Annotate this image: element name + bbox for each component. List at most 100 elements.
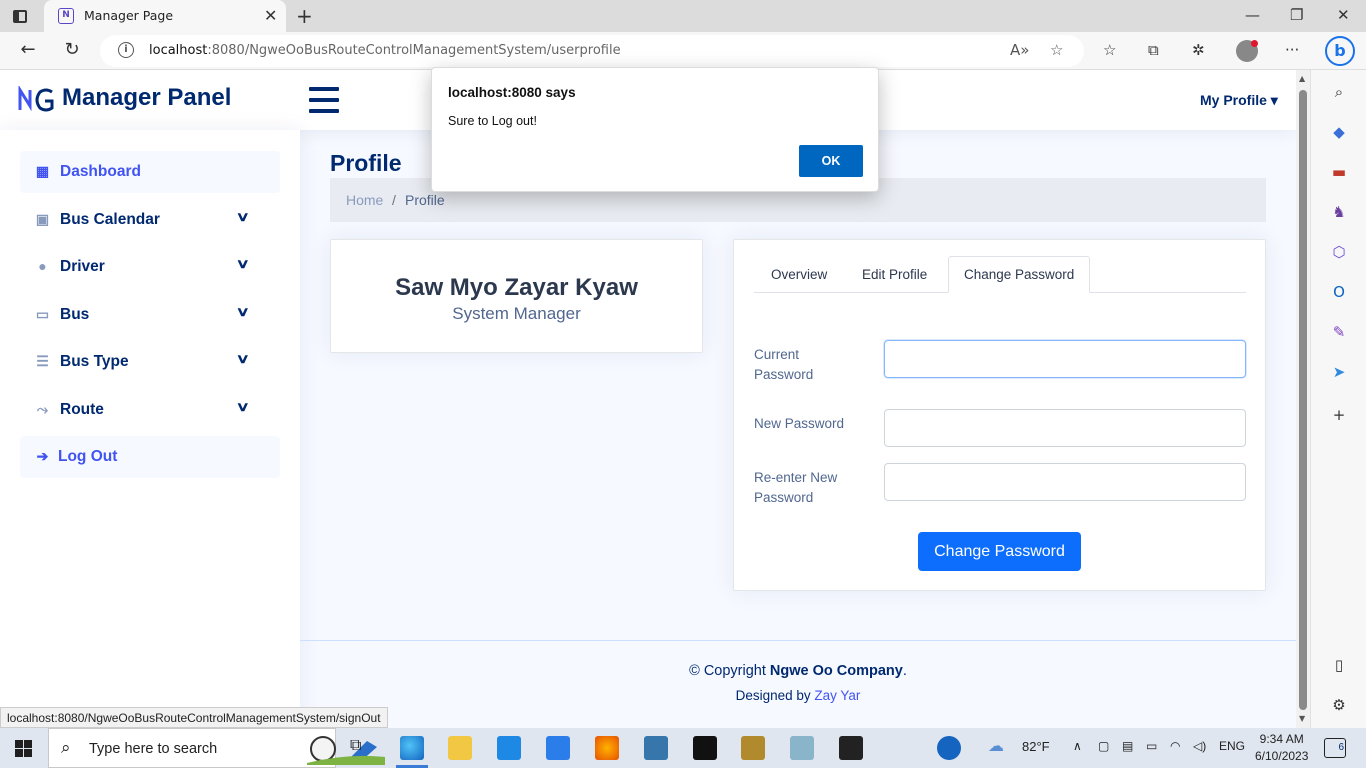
settings-card: Overview Edit Profile Change Password Cu… [733, 239, 1266, 591]
dialog-ok-button[interactable]: OK [799, 145, 863, 177]
logo-icon[interactable] [18, 86, 56, 114]
address-bar[interactable]: i localhost:8080/NgweOoBusRouteControlMa… [100, 35, 1084, 67]
settings-gear-icon[interactable]: ⚙ [1329, 695, 1349, 715]
scroll-thumb[interactable] [1299, 90, 1307, 710]
games-icon[interactable]: ♞ [1329, 202, 1349, 222]
browser-tab[interactable]: N Manager Page ✕ [44, 0, 286, 32]
change-password-button[interactable]: Change Password [918, 532, 1081, 571]
tab-overview[interactable]: Overview [771, 256, 827, 293]
collections-icon[interactable]: ⧉ [1148, 41, 1159, 59]
chevron-down-icon: ∨ [235, 209, 250, 224]
sidebar-layout-icon[interactable]: ▯ [1329, 655, 1349, 675]
clock-date: 6/10/2023 [1255, 749, 1309, 763]
firefox-icon[interactable] [595, 736, 619, 760]
copyright: © Copyright Ngwe Oo Company. [689, 663, 907, 679]
intellij-icon[interactable] [693, 736, 717, 760]
show-hidden-icon[interactable]: ∧ [1073, 739, 1082, 753]
tray-device-icon[interactable]: ▢ [1098, 739, 1109, 753]
game-icon[interactable] [741, 736, 765, 760]
scroll-down-icon[interactable]: ▼ [1299, 714, 1305, 723]
breadcrumb-home[interactable]: Home [346, 192, 383, 208]
tab-change-password[interactable]: Change Password [948, 256, 1091, 293]
task-view-icon[interactable]: ⧉ [350, 737, 361, 755]
shopping-icon[interactable]: ◆ [1329, 122, 1349, 142]
volume-icon[interactable]: ◁) [1193, 739, 1206, 753]
weather-icon[interactable]: ☁ [988, 736, 1004, 756]
new-password-input[interactable] [884, 409, 1246, 447]
reenter-password-label: Re-enter New Password [754, 470, 838, 505]
chevron-down-icon: ∨ [235, 351, 250, 366]
bus-icon: ▭ [35, 306, 50, 322]
page-scrollbar[interactable]: ▲ ▼ [1296, 70, 1310, 728]
sidebar-item-driver[interactable]: ● Driver ∨ [20, 246, 280, 288]
mail-icon[interactable] [497, 736, 521, 760]
send-icon[interactable]: ➤ [1329, 362, 1349, 382]
current-password-input[interactable] [884, 340, 1246, 378]
route-icon: ⤳ [36, 401, 49, 417]
status-link-preview: localhost:8080/NgweOoBusRouteControlMana… [0, 707, 388, 728]
close-window-icon[interactable]: ✕ [1337, 6, 1350, 24]
minimize-icon[interactable]: — [1245, 6, 1260, 24]
sidebar-item-bus-calendar[interactable]: ▣ Bus Calendar ∨ [20, 199, 280, 241]
sidebar-item-log-out[interactable]: ➔ Log Out [20, 436, 280, 478]
designer-icon[interactable]: ✎ [1329, 322, 1349, 342]
edge-sidebar: ⌕ ◆ ▬ ♞ ⬡ O ✎ ➤ + ▯ ⚙ [1310, 70, 1366, 728]
read-aloud-icon[interactable]: A» [1010, 41, 1029, 59]
sidebar-item-bus[interactable]: ▭ Bus ∨ [20, 294, 280, 336]
taskbar-search[interactable]: ⌕ Type here to search [48, 728, 385, 768]
clock[interactable]: 9:34 AM 6/10/2023 [1255, 731, 1308, 765]
favicon-icon: N [58, 8, 74, 24]
profile-name: Saw Myo Zayar Kyaw [395, 274, 638, 301]
dialog-message: Sure to Log out! [448, 114, 537, 128]
tab-edit-profile[interactable]: Edit Profile [862, 256, 927, 293]
new-password-label: New Password [754, 416, 845, 431]
help-icon[interactable] [937, 736, 961, 760]
menu-toggle-icon[interactable] [309, 87, 339, 113]
logo-text[interactable]: Manager Panel [62, 84, 231, 112]
sidebar-item-route[interactable]: ⤳ Route ∨ [20, 389, 280, 431]
temperature[interactable]: 82°F [1022, 739, 1050, 754]
footer: © Copyright Ngwe Oo Company. Designed by… [300, 640, 1296, 728]
site-info-icon[interactable]: i [118, 42, 134, 58]
sidebar-item-bus-type[interactable]: ☰ Bus Type ∨ [20, 341, 280, 383]
outlook-icon[interactable]: O [1329, 282, 1349, 302]
file-explorer-icon[interactable] [448, 736, 472, 760]
people-icon: ● [38, 258, 47, 274]
chevron-down-icon: ∨ [235, 304, 250, 319]
favorites-icon[interactable]: ☆ [1103, 41, 1116, 59]
refresh-icon[interactable]: ↻ [60, 39, 84, 60]
edge-taskbar-icon[interactable] [396, 736, 428, 768]
breadcrumb-separator: / [392, 192, 396, 208]
designer-link[interactable]: Zay Yar [814, 688, 860, 703]
my-profile-menu[interactable]: My Profile ▾ [1200, 92, 1278, 109]
battery-icon[interactable]: ▭ [1146, 739, 1157, 753]
notification-center-icon[interactable]: 6 [1324, 738, 1346, 758]
restore-icon[interactable]: ❐ [1290, 6, 1303, 24]
back-icon[interactable]: ← [16, 39, 40, 60]
tab-actions-icon[interactable] [10, 6, 30, 26]
arrow-right-icon: ➔ [36, 448, 49, 464]
url-text[interactable]: localhost:8080/NgweOoBusRouteControlMana… [149, 43, 621, 58]
reenter-password-input[interactable] [884, 463, 1246, 501]
sidebar-item-dashboard[interactable]: ▦ Dashboard [20, 151, 280, 193]
python-icon[interactable] [644, 736, 668, 760]
wifi-icon[interactable]: ◠ [1170, 739, 1180, 753]
tray-chat-icon[interactable]: ▤ [1122, 739, 1133, 753]
favorite-star-icon[interactable]: ☆ [1050, 41, 1063, 59]
scroll-up-icon[interactable]: ▲ [1299, 74, 1305, 83]
add-icon[interactable]: + [1329, 405, 1349, 425]
office-icon[interactable]: ⬡ [1329, 242, 1349, 262]
new-tab-icon[interactable]: + [296, 4, 313, 28]
search-icon[interactable]: ⌕ [1329, 82, 1349, 102]
notes-icon[interactable] [790, 736, 814, 760]
tools-icon[interactable]: ▬ [1329, 162, 1349, 182]
windows-start-icon[interactable] [15, 740, 32, 757]
language-indicator[interactable]: ENG [1219, 739, 1245, 753]
more-menu-icon[interactable]: ··· [1285, 41, 1299, 59]
close-tab-icon[interactable]: ✕ [264, 6, 277, 25]
bing-icon[interactable]: b [1325, 36, 1355, 66]
browser-tab-bar: N Manager Page ✕ + — ❐ ✕ [0, 0, 1366, 32]
store-icon[interactable] [546, 736, 570, 760]
extensions-icon[interactable]: ✲ [1192, 41, 1205, 59]
terminal-icon[interactable] [839, 736, 863, 760]
